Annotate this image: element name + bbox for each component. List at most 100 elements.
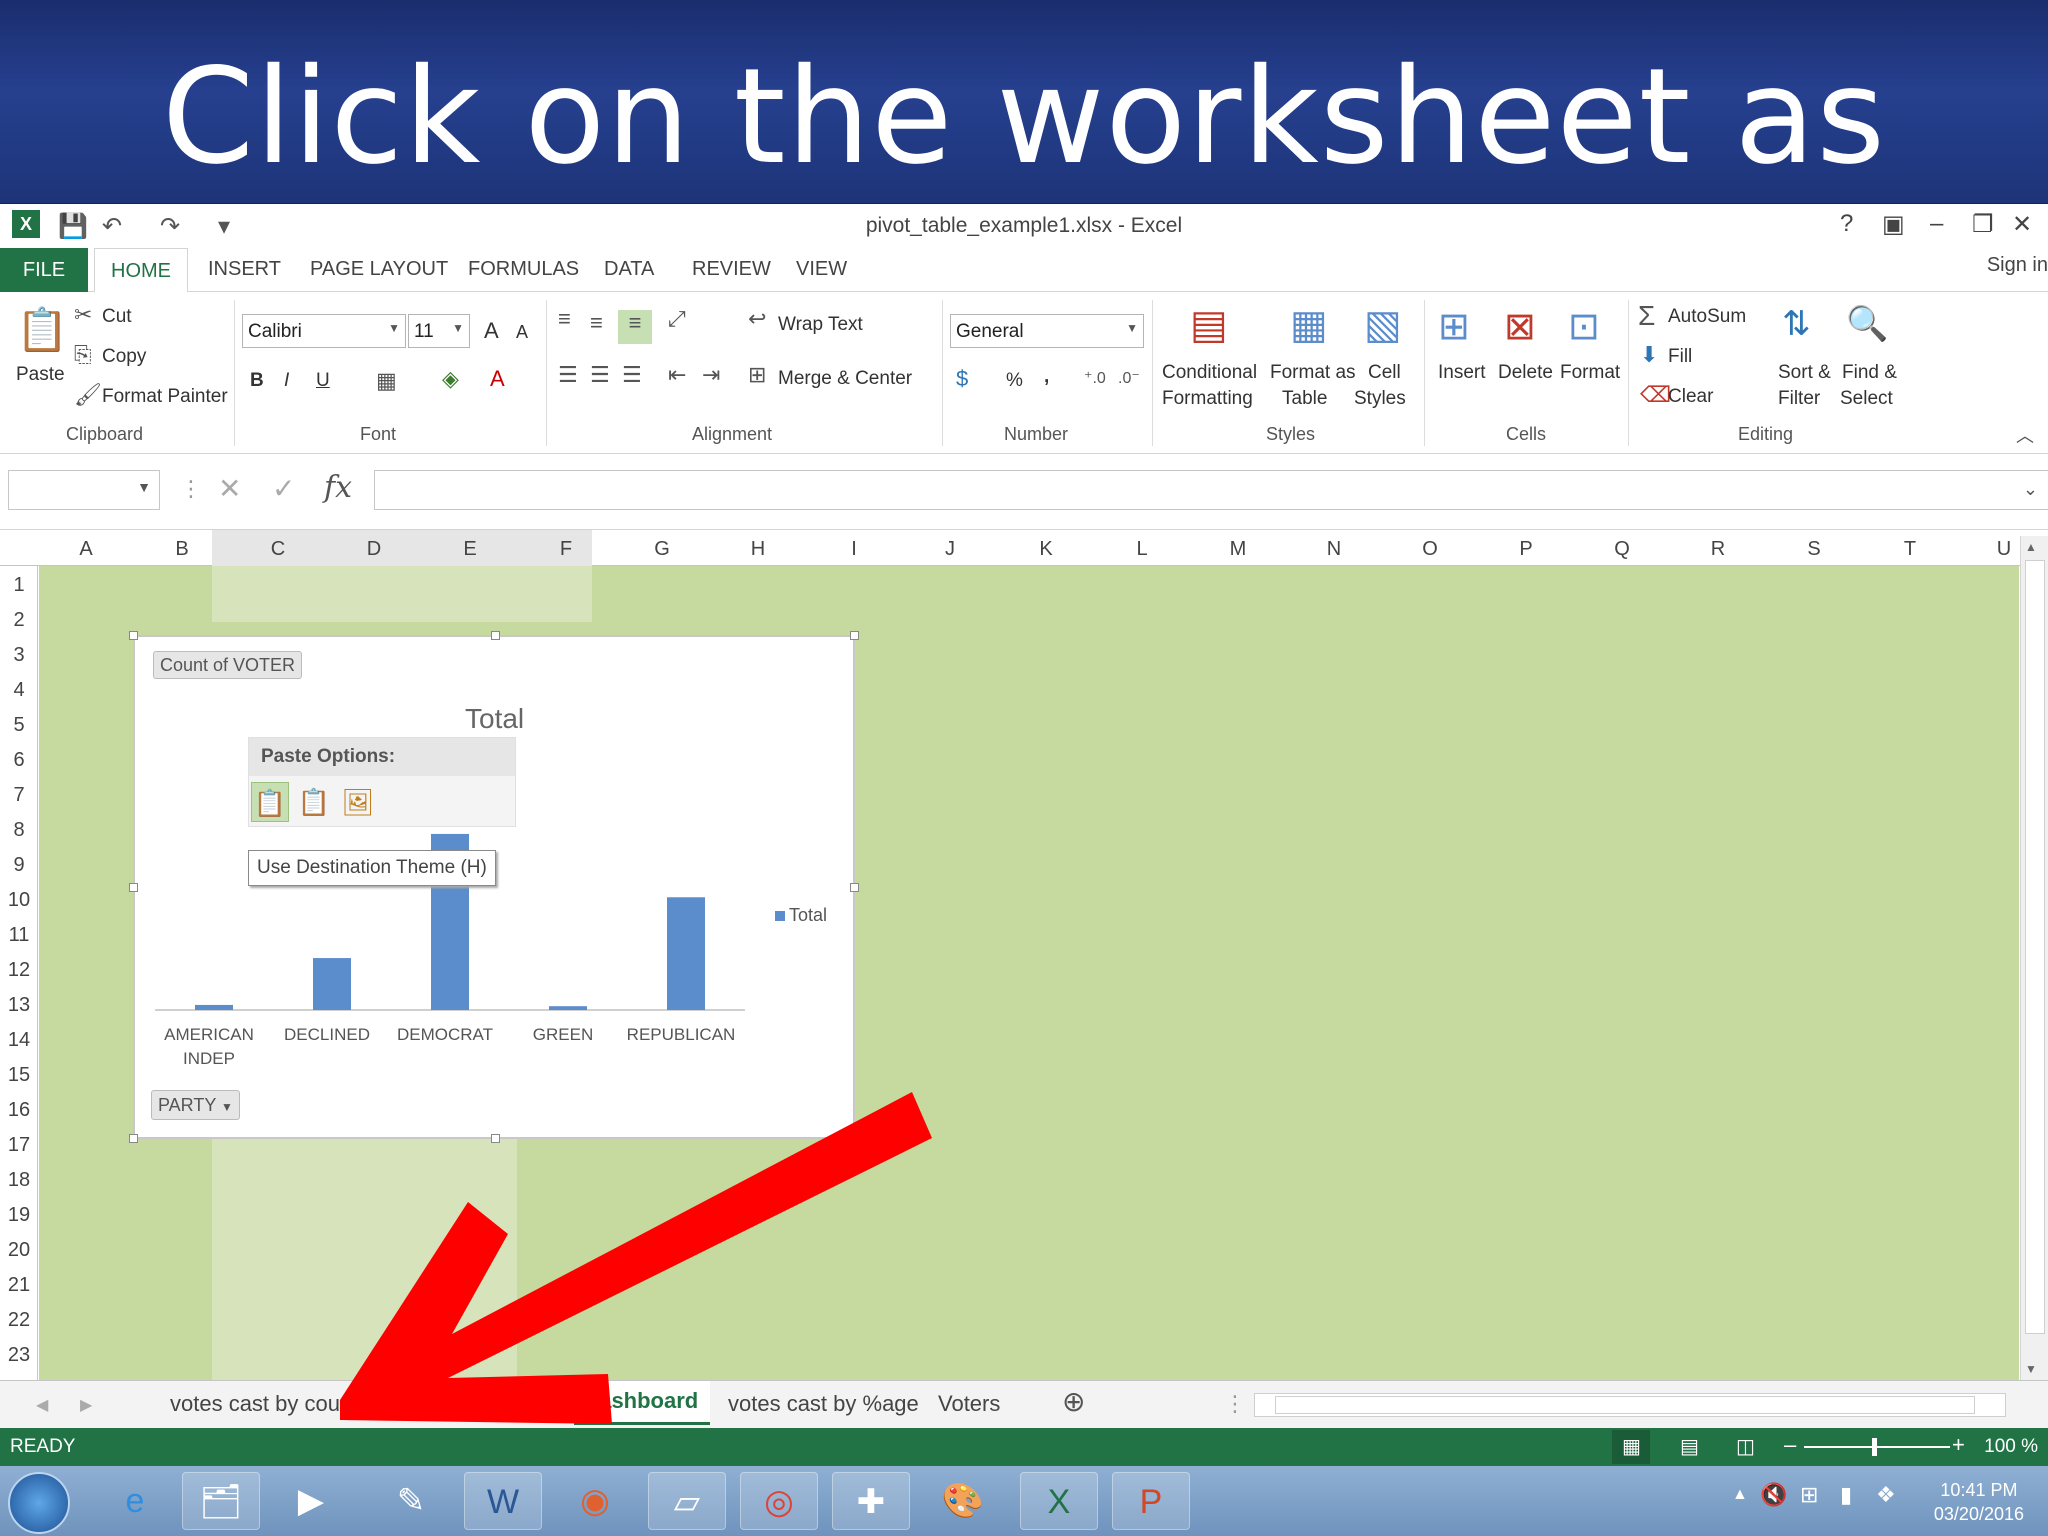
paste-icon[interactable]: 📋 — [16, 306, 68, 355]
ribbon-display-options-button[interactable]: ▣ — [1882, 210, 1905, 239]
row-header[interactable]: 13 — [0, 994, 38, 1017]
tab-review[interactable]: REVIEW — [692, 258, 771, 281]
format-cells-button[interactable]: Format — [1560, 362, 1620, 384]
grow-font-button[interactable]: A — [484, 318, 499, 344]
zoom-in-icon[interactable]: + — [1952, 1432, 1965, 1458]
clear-icon[interactable]: ⌫ — [1640, 382, 1671, 408]
enter-icon[interactable]: ✓ — [272, 472, 295, 505]
row-header[interactable]: 19 — [0, 1204, 38, 1227]
column-header[interactable]: E — [450, 538, 490, 561]
sheet-tab[interactable]: votes cast by %age — [728, 1391, 919, 1417]
row-header[interactable]: 23 — [0, 1344, 38, 1367]
row-header[interactable]: 14 — [0, 1029, 38, 1052]
fill-icon[interactable]: ⬇ — [1640, 342, 1658, 368]
volume-icon[interactable]: 🔇 — [1760, 1482, 1787, 1508]
cell-styles-label-1[interactable]: Cell — [1368, 362, 1401, 384]
page-break-view-icon[interactable]: ◫ — [1736, 1434, 1755, 1459]
column-header[interactable]: C — [258, 538, 298, 561]
show-hidden-icons-icon[interactable]: ▲ — [1732, 1486, 1748, 1504]
row-header[interactable]: 18 — [0, 1169, 38, 1192]
column-header[interactable]: Q — [1602, 538, 1642, 561]
cancel-icon[interactable]: ✕ — [218, 472, 241, 505]
merge-center-icon[interactable]: ⊞ — [748, 362, 766, 388]
row-header[interactable]: 10 — [0, 889, 38, 912]
column-header[interactable]: J — [930, 538, 970, 561]
find-select-label-1[interactable]: Find & — [1842, 362, 1897, 384]
dropbox-icon[interactable]: ❖ — [1876, 1482, 1896, 1508]
font-size-combo[interactable]: 11 ▼ — [408, 314, 470, 348]
underline-button[interactable]: U — [316, 370, 330, 392]
format-as-table-icon[interactable]: ▦ — [1290, 302, 1328, 348]
internet-explorer-icon[interactable]: e — [96, 1472, 174, 1530]
help-button[interactable]: ? — [1840, 210, 1853, 238]
zoom-level[interactable]: 100 % — [1984, 1436, 2038, 1458]
merge-center-button[interactable]: Merge & Center — [778, 368, 912, 390]
name-box[interactable]: ▼ — [8, 470, 160, 510]
column-header[interactable]: H — [738, 538, 778, 561]
accounting-format-icon[interactable]: $ — [956, 366, 968, 392]
column-header[interactable]: O — [1410, 538, 1450, 561]
chrome-icon[interactable]: ◎ — [740, 1472, 818, 1530]
sort-filter-label-2[interactable]: Filter — [1778, 388, 1820, 410]
delete-cells-icon[interactable]: ⊠ — [1504, 304, 1536, 349]
delete-cells-button[interactable]: Delete — [1498, 362, 1553, 384]
sheet-tab[interactable]: votes cast by count — [170, 1391, 358, 1417]
paste-destination-theme-icon[interactable]: 📋 — [251, 782, 289, 822]
tab-insert[interactable]: INSERT — [208, 258, 281, 281]
clear-button[interactable]: Clear — [1668, 386, 1713, 408]
format-cells-icon[interactable]: ⊡ — [1568, 304, 1600, 349]
insert-function-icon[interactable]: fx — [324, 470, 352, 505]
copy-button[interactable]: Copy — [102, 346, 146, 368]
media-player-icon[interactable]: ▶ — [272, 1472, 350, 1530]
row-header[interactable]: 21 — [0, 1274, 38, 1297]
format-painter-icon[interactable]: 🖌 — [74, 382, 102, 408]
percent-style-button[interactable]: % — [1006, 370, 1023, 392]
row-header[interactable]: 1 — [0, 574, 38, 597]
autosum-icon[interactable]: Σ — [1638, 300, 1655, 332]
chart-bar[interactable] — [549, 1006, 587, 1010]
align-middle-icon[interactable]: ≡ — [590, 310, 603, 336]
bold-button[interactable]: B — [250, 370, 264, 392]
column-header[interactable]: F — [546, 538, 586, 561]
app-icon[interactable]: ✚ — [832, 1472, 910, 1530]
align-top-icon[interactable]: ≡ — [558, 306, 571, 332]
app-icon[interactable]: ✎ — [372, 1472, 450, 1530]
shrink-font-button[interactable]: A — [516, 322, 528, 343]
scroll-tabs-right-icon[interactable]: ▶ — [80, 1395, 92, 1415]
decrease-decimal-icon[interactable]: .0⁻ — [1118, 368, 1140, 388]
orientation-icon[interactable]: ⤢ — [668, 306, 686, 332]
column-header[interactable]: G — [642, 538, 682, 561]
column-header[interactable]: B — [162, 538, 202, 561]
paste-button[interactable]: Paste — [16, 364, 65, 386]
insert-cells-button[interactable]: Insert — [1438, 362, 1486, 384]
horizontal-scrollbar[interactable] — [1254, 1393, 2006, 1417]
row-header[interactable]: 6 — [0, 749, 38, 772]
row-header[interactable]: 11 — [0, 924, 38, 947]
paint-icon[interactable]: 🎨 — [924, 1472, 1002, 1530]
align-left-icon[interactable]: ☰ — [558, 362, 578, 388]
align-center-icon[interactable]: ☰ — [590, 362, 610, 388]
row-header[interactable]: 15 — [0, 1064, 38, 1087]
row-header[interactable]: 17 — [0, 1134, 38, 1157]
zoom-out-icon[interactable]: – — [1784, 1432, 1796, 1458]
axis-field-button[interactable]: PARTY ▼ — [151, 1090, 240, 1120]
tab-page-layout[interactable]: PAGE LAYOUT — [310, 258, 448, 281]
autosum-button[interactable]: AutoSum — [1668, 306, 1746, 328]
row-header[interactable]: 4 — [0, 679, 38, 702]
format-painter-button[interactable]: Format Painter — [102, 386, 228, 408]
page-layout-view-icon[interactable]: ▤ — [1680, 1434, 1699, 1459]
vertical-scroll-thumb[interactable] — [2025, 560, 2045, 1334]
column-header[interactable]: D — [354, 538, 394, 561]
powerpoint-icon[interactable]: P — [1112, 1472, 1190, 1530]
collapse-ribbon-icon[interactable]: ︿ — [2016, 422, 2034, 448]
column-header[interactable]: U — [1984, 538, 2024, 561]
comma-style-button[interactable]: , — [1044, 366, 1049, 388]
minimize-button[interactable]: – — [1930, 210, 1943, 238]
app-icon[interactable]: ◉ — [556, 1472, 634, 1530]
vertical-scrollbar[interactable]: ▲ ▼ — [2020, 536, 2048, 1380]
wrap-text-icon[interactable]: ↩ — [748, 306, 766, 332]
cut-button[interactable]: Cut — [102, 306, 132, 328]
restore-button[interactable]: ❐ — [1972, 210, 1994, 239]
row-header[interactable]: 16 — [0, 1099, 38, 1122]
sheet-tab[interactable]: votes cast by party — [386, 1391, 569, 1417]
